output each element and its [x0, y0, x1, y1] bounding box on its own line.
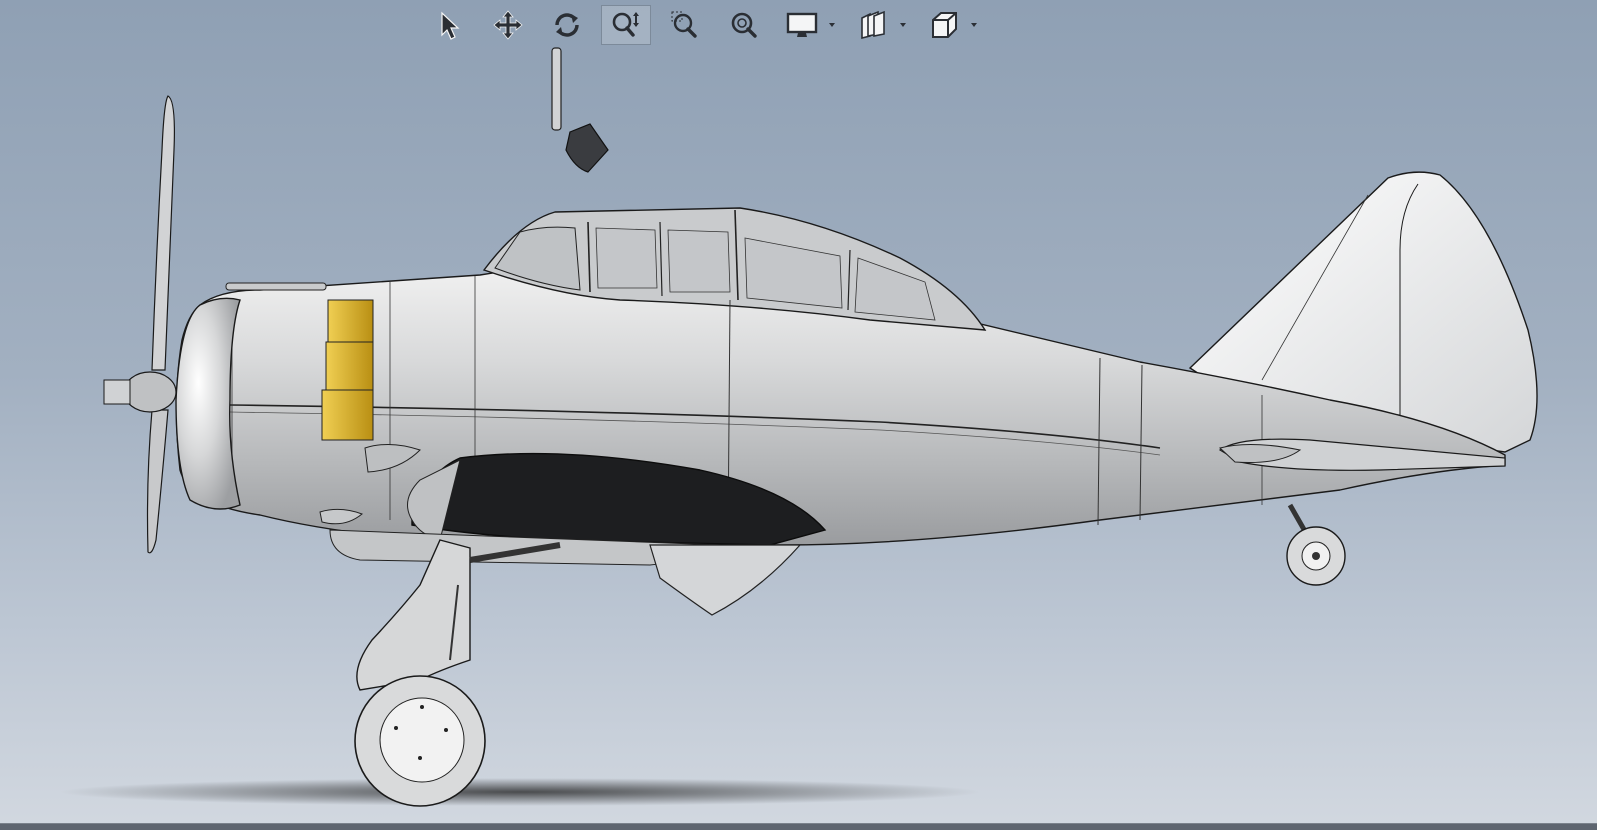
cowl-band-mid[interactable]: [325, 341, 374, 391]
chevron-down-icon[interactable]: [900, 23, 906, 27]
zoom-to-area-icon: [671, 11, 697, 38]
view-orientation-button[interactable]: [920, 5, 982, 45]
cowl-band-upper[interactable]: [327, 299, 374, 343]
canopy-window-2: [667, 229, 731, 293]
floating-part-bracket[interactable]: [565, 123, 609, 173]
chevron-down-icon[interactable]: [829, 23, 835, 27]
hub-bolt-2: [394, 726, 398, 730]
propeller-blade-lower[interactable]: [146, 409, 169, 554]
propeller-shaft: [103, 379, 131, 405]
move-arrows-icon: [493, 10, 523, 40]
arrow-pointer-icon: [441, 11, 460, 40]
ground-shadow: [60, 778, 980, 806]
monitor-icon: [786, 12, 818, 37]
rotate-view-icon: [555, 13, 579, 37]
gear-door[interactable]: [649, 544, 802, 616]
view-settings-button[interactable]: [849, 5, 911, 45]
select-button[interactable]: [424, 5, 474, 45]
heads-up-view-toolbar: [424, 4, 991, 46]
propeller-blade-upper[interactable]: [151, 95, 175, 371]
rotate-view-button[interactable]: [542, 5, 592, 45]
cube-view-icon: [932, 12, 957, 38]
engine-cowl[interactable]: [175, 297, 241, 510]
hub-bolt-3: [444, 728, 448, 732]
tail-wheel-axle: [1312, 552, 1320, 560]
pan-button[interactable]: [483, 5, 533, 45]
hub-bolt-1: [420, 705, 424, 709]
chevron-down-icon[interactable]: [971, 23, 977, 27]
main-wheel-hub: [379, 697, 465, 783]
main-gear-fairing[interactable]: [356, 539, 471, 691]
graphics-area[interactable]: [0, 0, 1597, 830]
zoom-in-out-button[interactable]: [719, 5, 769, 45]
zoom-in-out-icon: [731, 12, 757, 38]
zoom-to-area-button[interactable]: [660, 5, 710, 45]
layers-icon: [861, 10, 885, 40]
display-style-button[interactable]: [778, 5, 840, 45]
floating-part-rod[interactable]: [551, 47, 562, 131]
aircraft-model-view[interactable]: [0, 0, 1597, 830]
canopy-window-1: [595, 227, 658, 289]
hub-bolt-4: [418, 756, 422, 760]
status-strip: [0, 823, 1597, 830]
zoom-to-fit-button[interactable]: [601, 5, 651, 45]
propeller-hub[interactable]: [123, 371, 177, 413]
zoom-to-fit-icon: [612, 12, 639, 37]
gun-barrel: [225, 282, 327, 291]
cowl-band-lower[interactable]: [321, 389, 374, 441]
